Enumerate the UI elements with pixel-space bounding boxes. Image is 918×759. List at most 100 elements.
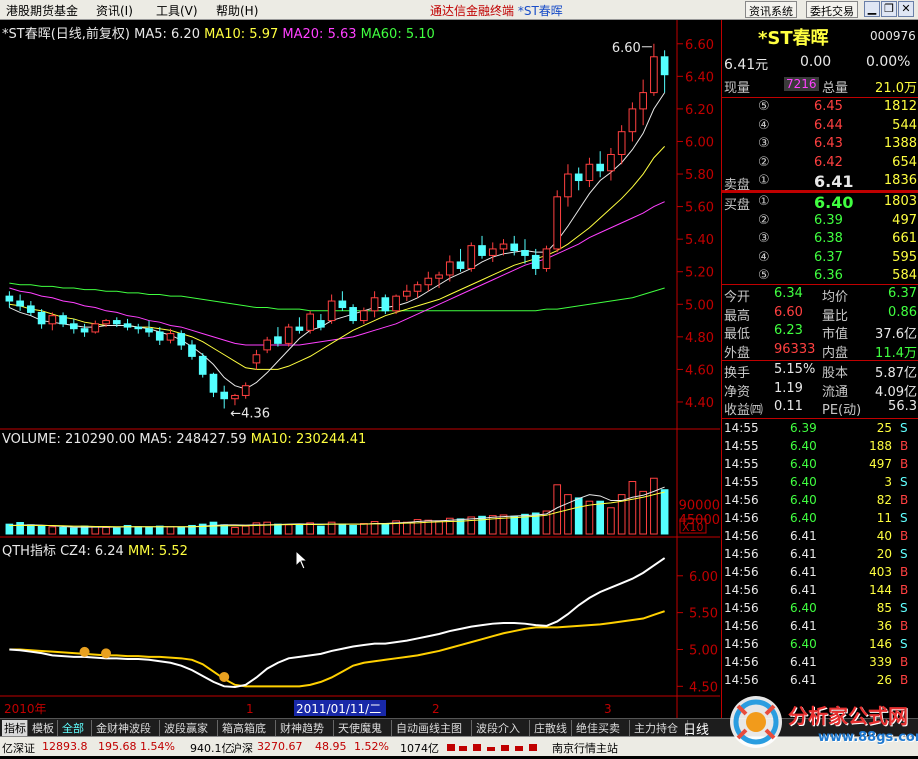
- indicator-tab[interactable]: 绝佳买卖: [574, 720, 630, 736]
- bid-level: ①: [758, 194, 770, 209]
- indicator-tab[interactable]: 自动画线主图: [394, 720, 472, 736]
- indicator-tab[interactable]: 箱高箱底: [220, 720, 276, 736]
- volume-bar: [145, 526, 153, 535]
- low-price-label: ←4.36: [230, 406, 270, 421]
- app-title: 通达信金融终端: [430, 4, 515, 18]
- ask-price: 6.42: [814, 154, 843, 170]
- indicator-tab[interactable]: 庄散线: [532, 720, 572, 736]
- sh-index: 3270.67: [257, 740, 303, 753]
- bid-price: 6.38: [814, 231, 843, 246]
- market-strength-bars: [447, 744, 537, 751]
- menu-item-news[interactable]: 资讯(I): [96, 2, 133, 19]
- server-name[interactable]: 南京行情主站: [552, 740, 618, 756]
- divider: [722, 360, 918, 361]
- restore-icon[interactable]: ❐: [881, 1, 897, 17]
- y-tick-label: 6.60: [685, 38, 714, 53]
- y-tick-label: 5.00: [685, 298, 714, 313]
- indicator-tab[interactable]: 指标: [2, 720, 28, 736]
- indicator-tab[interactable]: 金财神波段: [94, 720, 160, 736]
- last-price: 6.41: [724, 57, 756, 73]
- current-stock-title: *ST春晖: [517, 4, 563, 18]
- candle-body: [370, 297, 379, 312]
- mm-value: 5.52: [158, 544, 188, 559]
- candle-body: [145, 328, 153, 333]
- stat-value: 5.87亿: [875, 366, 917, 381]
- volume-bar: [16, 522, 24, 535]
- cz4-value: 6.24: [94, 544, 124, 559]
- menu-item-tools[interactable]: 工具(V): [156, 2, 198, 19]
- sh-label: 沪深: [231, 742, 253, 755]
- close-icon[interactable]: ✕: [898, 1, 914, 17]
- chart-area[interactable]: 6.60 6.40 6.20 6.00 5.80 5.60 5.40 5.20 5.00 4.80…: [0, 20, 720, 718]
- menu-item-help[interactable]: 帮助(H): [216, 2, 258, 19]
- candle-body: [284, 326, 293, 344]
- tick-row: 14:56 6.41 40 B: [722, 529, 918, 547]
- indicator-tab[interactable]: 财神趋势: [278, 720, 334, 736]
- tick-side: S: [900, 547, 908, 561]
- ask-volume: 654: [892, 154, 917, 170]
- stat-row: 今开 6.34 均价 6.37: [722, 286, 918, 305]
- indicator-tab[interactable]: 波段介入: [474, 720, 530, 736]
- tick-side: B: [900, 619, 909, 633]
- candle-body: [617, 131, 626, 155]
- indicator-tab[interactable]: 天使魔鬼: [336, 720, 392, 736]
- tick-time: 14:56: [724, 601, 759, 615]
- qth-y-tick: 5.50: [689, 607, 718, 622]
- indicator-tab[interactable]: 全部: [60, 720, 92, 736]
- y-tick-label: 5.40: [685, 233, 714, 248]
- volume-bar: [510, 515, 519, 535]
- candle-body: [564, 173, 572, 198]
- tick-side: S: [900, 475, 908, 489]
- stat-label: 外盘: [724, 345, 751, 361]
- ask-volume: 1836: [883, 173, 917, 188]
- sz-label: 亿深证: [2, 742, 35, 755]
- volume-bar: [607, 507, 615, 535]
- stat-label: 净资: [724, 384, 751, 400]
- y-tick-label: 6.00: [685, 135, 714, 150]
- trade-button[interactable]: 委托交易: [806, 1, 858, 18]
- minimize-icon[interactable]: ▁: [864, 1, 880, 17]
- logo-url: www.88gs.com: [818, 730, 918, 745]
- candle-body: [478, 245, 486, 256]
- qth-title: QTH指标: [2, 544, 56, 559]
- menu-item-futures[interactable]: 港股期货基金: [6, 2, 78, 19]
- tick-side: B: [900, 529, 909, 543]
- tick-row: 14:55 6.40 3 S: [722, 475, 918, 493]
- indicator-tab[interactable]: 波段赢家: [162, 720, 218, 736]
- sh-amount: 1074亿: [400, 742, 439, 755]
- stat-label: 股本: [822, 366, 849, 381]
- ask-price: 6.41: [814, 172, 854, 191]
- volume-bar: [134, 526, 143, 535]
- volume-legend: VOLUME: 210290.00 MA5: 248427.59 MA10: 2…: [2, 432, 367, 447]
- sz-index: 12893.8: [42, 740, 88, 753]
- tick-row: 14:56 6.41 144 B: [722, 583, 918, 601]
- bid-row-3: ③ 6.38 661: [722, 231, 918, 249]
- candle-body: [467, 245, 476, 269]
- stat-value: 6.37: [888, 286, 917, 301]
- volume-unit-label: X10: [682, 521, 704, 534]
- volume-bar: [596, 500, 605, 535]
- candle-body: [274, 336, 282, 344]
- stat-label: 收益㈣: [724, 403, 764, 418]
- candle-body: [510, 243, 519, 252]
- candle-body: [112, 320, 121, 325]
- menu-bar: 港股期货基金 资讯(I) 工具(V) 帮助(H) 通达信金融终端 *ST春晖 资…: [0, 0, 918, 20]
- volume-bar: [69, 527, 78, 535]
- candle-body: [16, 300, 24, 307]
- indicator-tab[interactable]: 主力持仓: [632, 720, 688, 736]
- ask-row-4: ④ 6.44 544: [722, 118, 918, 136]
- tick-volume: 188: [869, 439, 892, 453]
- tick-volume: 20: [876, 547, 892, 561]
- kline-chart-svg[interactable]: 6.60 6.40 6.20 6.00 5.80 5.60 5.40 5.20 5.00 4.80…: [0, 20, 720, 718]
- stat-row: 收益㈣ 0.11 PE(动) 56.3: [722, 399, 918, 418]
- bid-volume: 595: [892, 249, 917, 265]
- candle-body: [521, 250, 529, 256]
- volume-bar: [317, 525, 325, 535]
- bid-row-1: ① 6.40 1803: [722, 193, 918, 212]
- change-value: 0.00: [800, 54, 832, 70]
- news-system-button[interactable]: 资讯系统: [745, 1, 797, 18]
- stat-row: 净资 1.19 流通 4.09亿: [722, 381, 918, 400]
- candle-body: [177, 333, 186, 346]
- ask-row-2: ② 6.42 654: [722, 155, 918, 173]
- indicator-tab[interactable]: 模板: [30, 720, 58, 736]
